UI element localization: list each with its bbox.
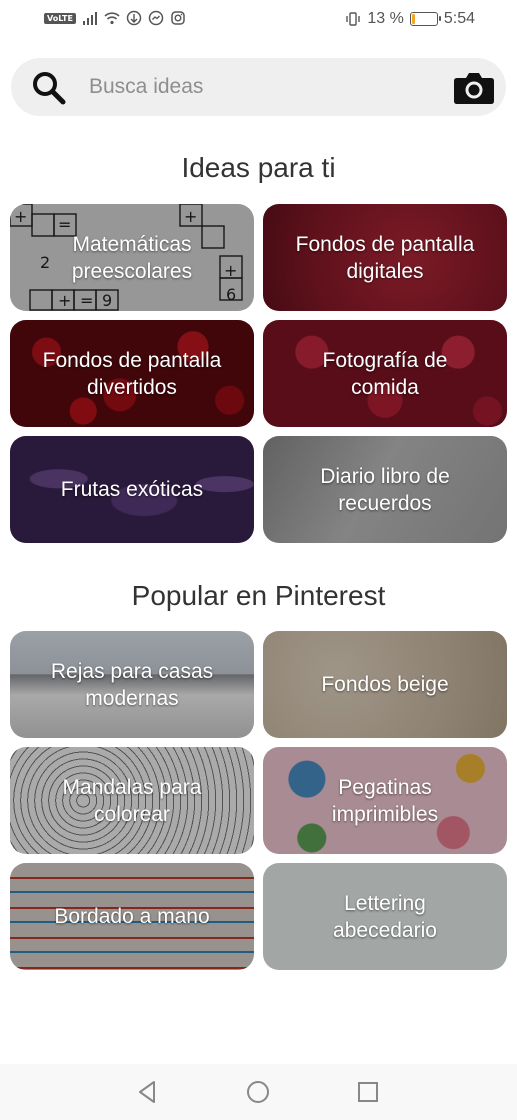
popular-tile-lettering[interactable]: Lettering abecedario <box>263 863 507 970</box>
idea-tile-diario-libro[interactable]: Diario libro de recuerdos <box>263 436 507 543</box>
tile-label: Frutas exóticas <box>60 478 204 501</box>
idea-tile-matematicas[interactable]: + = + = 9 +6 2 + Matemáticas preescolares <box>10 204 254 311</box>
tile-label: Fotografía de comida <box>322 348 448 399</box>
popular-tile-rejas[interactable]: Rejas para casas modernas <box>10 631 254 738</box>
idea-tile-fondos-digitales[interactable]: Fondos de pantalla digitales <box>263 204 507 311</box>
status-left: VoLTE <box>44 10 186 26</box>
popular-tile-mandalas[interactable]: Mandalas para colorear <box>10 747 254 854</box>
home-icon[interactable] <box>244 1078 272 1106</box>
section-title-ideas: Ideas para ti <box>181 152 336 183</box>
tile-label: Matemáticas preescolares <box>71 232 193 283</box>
tile-label: Bordado a mano <box>54 905 210 928</box>
vibrate-icon <box>346 12 361 26</box>
recents-icon[interactable] <box>354 1078 382 1106</box>
popular-tile-bordado[interactable]: Bordado a mano <box>10 863 254 970</box>
search-input[interactable] <box>89 70 449 104</box>
battery-icon <box>409 12 441 26</box>
tile-label: Fondos beige <box>321 673 449 696</box>
section-title-popular: Popular en Pinterest <box>131 580 386 611</box>
messenger-icon <box>148 10 164 26</box>
clock: 5:54 <box>443 10 475 27</box>
popular-tile-pegatinas[interactable]: Pegatinas imprimibles <box>263 747 507 854</box>
back-icon[interactable] <box>134 1078 162 1106</box>
idea-tile-fondos-divertidos[interactable]: Fondos de pantalla divertidos <box>10 320 254 427</box>
search-icon[interactable] <box>31 70 67 106</box>
tile-label: Lettering abecedario <box>333 891 437 942</box>
camera-icon[interactable] <box>453 68 495 106</box>
popular-tile-fondos-beige[interactable]: Fondos beige <box>263 631 507 738</box>
status-right: 13 % 5:54 <box>345 10 475 28</box>
wifi-icon <box>104 12 120 25</box>
tile-label: Fondos de pantalla digitales <box>295 232 475 283</box>
idea-tile-frutas-exoticas[interactable]: Frutas exóticas <box>10 436 254 543</box>
tile-label: Fondos de pantalla divertidos <box>42 348 222 399</box>
instagram-icon <box>171 11 185 25</box>
battery-percent: 13 % <box>367 10 404 27</box>
tile-label: Mandalas para colorear <box>62 775 202 826</box>
status-bar: VoLTE 13 % 5:54 <box>0 0 517 40</box>
tile-label: Rejas para casas modernas <box>50 659 214 710</box>
search-bar[interactable] <box>11 58 506 116</box>
data-saver-icon <box>126 10 142 26</box>
system-nav-bar <box>0 1064 517 1120</box>
signal-icon <box>82 12 97 25</box>
tile-label: Diario libro de recuerdos <box>320 464 450 515</box>
tile-label: Pegatinas imprimibles <box>331 775 439 826</box>
idea-tile-fotografia-comida[interactable]: Fotografía de comida <box>263 320 507 427</box>
volte-badge: VoLTE <box>44 12 76 24</box>
